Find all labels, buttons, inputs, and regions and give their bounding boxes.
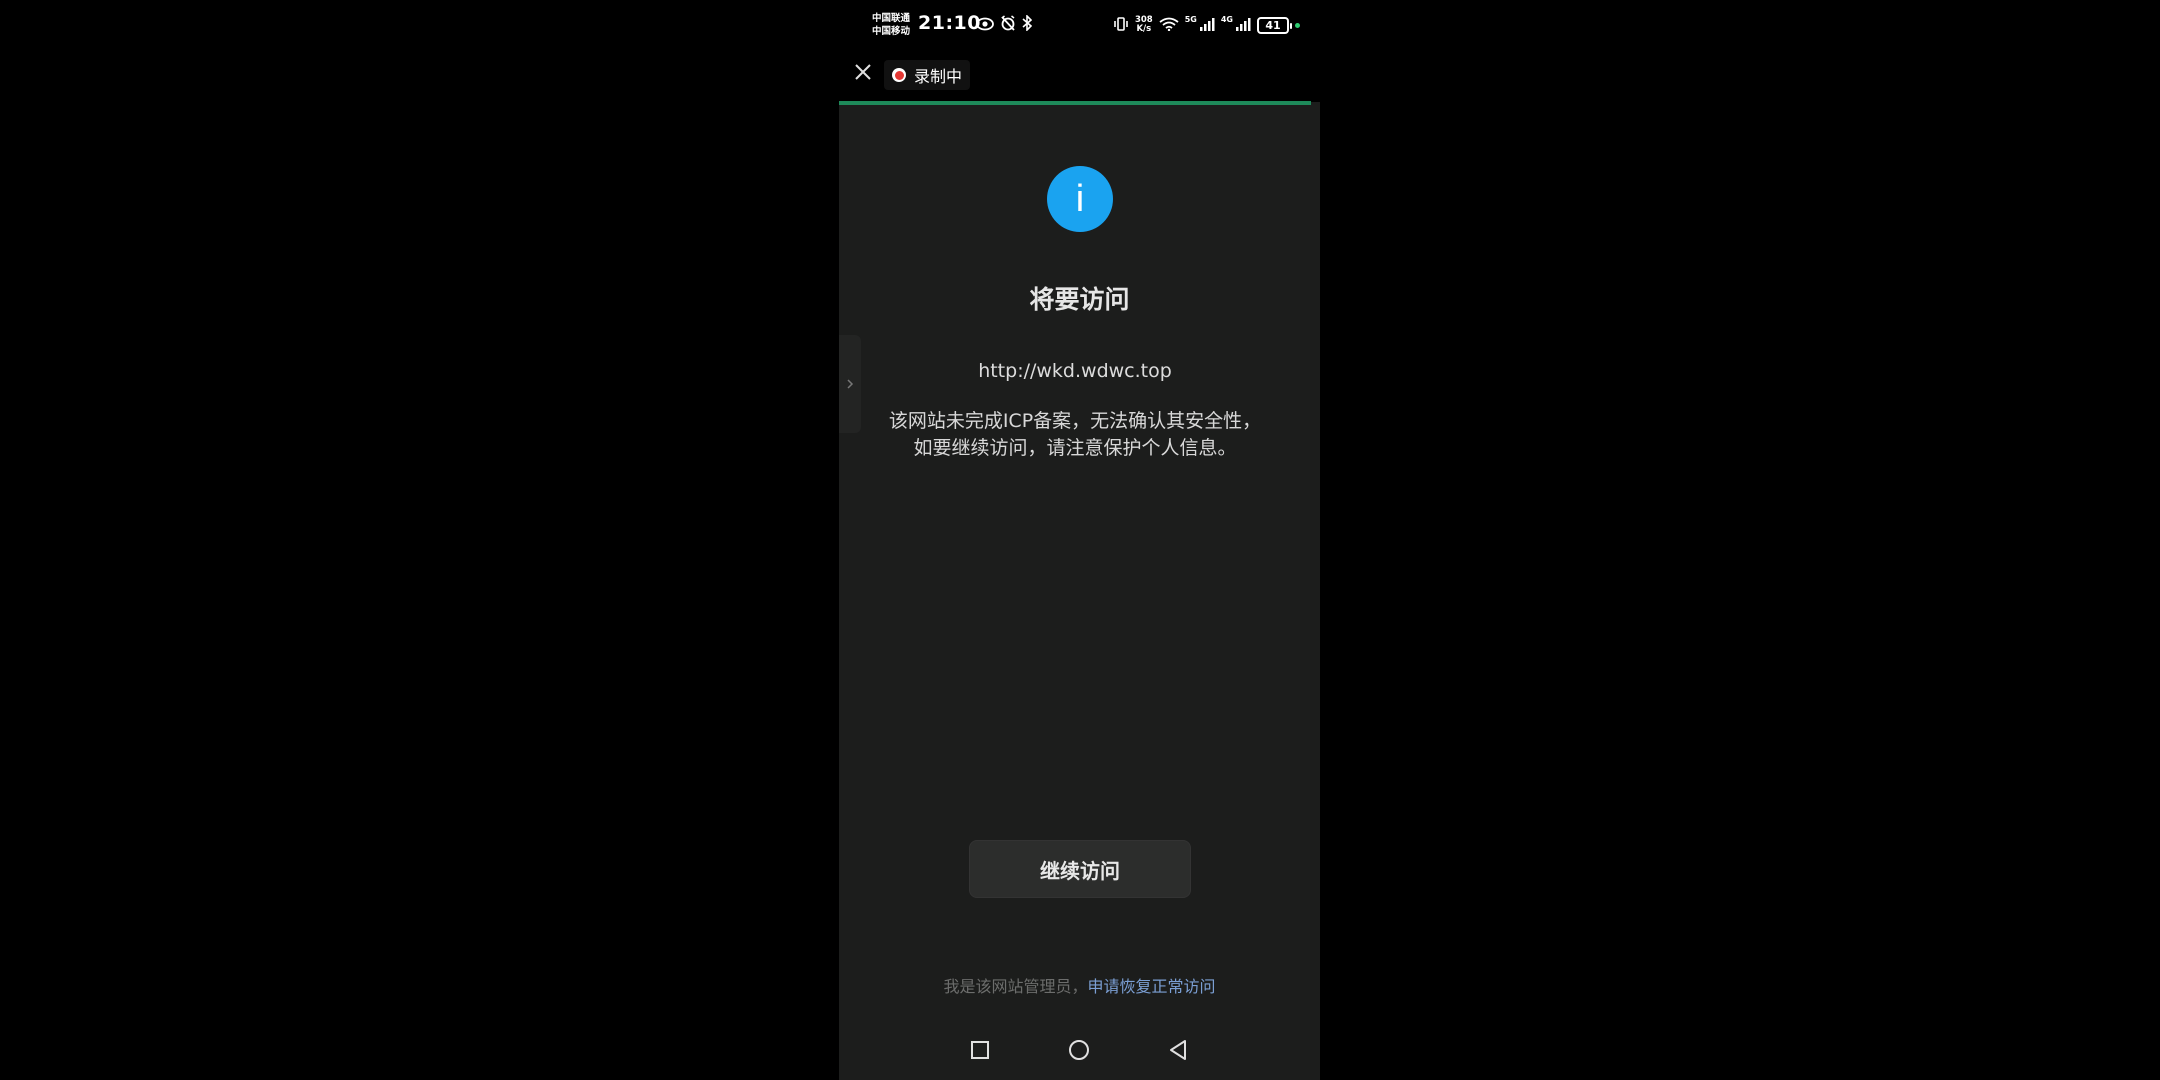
phone-screen: 中国联通 中国移动 21:10 308 K/s 5G 4G 41 录制中 i 将… bbox=[839, 0, 1320, 1080]
eye-icon bbox=[976, 16, 994, 35]
signal-2-label: 4G bbox=[1220, 15, 1233, 24]
system-nav-bar bbox=[839, 1030, 1320, 1080]
back-button[interactable] bbox=[1153, 1030, 1203, 1074]
net-speed-unit: K/s bbox=[1136, 24, 1152, 34]
battery-indicator: 41 bbox=[1257, 16, 1292, 34]
page-load-progress-bar bbox=[839, 101, 1311, 105]
page-title: 将要访问 bbox=[1029, 285, 1130, 314]
home-button[interactable] bbox=[1054, 1030, 1104, 1074]
status-icons-right: 308 K/s 5G 4G 41 bbox=[1113, 14, 1300, 36]
recording-label: 录制中 bbox=[914, 67, 963, 86]
carrier-names: 中国联通 中国移动 bbox=[872, 12, 910, 38]
target-url: http://wkd.wdwc.top bbox=[978, 360, 1172, 382]
square-icon bbox=[970, 1040, 990, 1064]
carrier-2: 中国移动 bbox=[872, 26, 911, 37]
carrier-1: 中国联通 bbox=[872, 13, 911, 24]
restore-access-link[interactable]: 申请恢复正常访问 bbox=[1088, 977, 1216, 996]
triangle-back-icon bbox=[1168, 1039, 1188, 1065]
status-icons-left bbox=[976, 14, 1033, 36]
admin-notice: 我是该网站管理员，申请恢复正常访问 bbox=[839, 973, 1320, 997]
circle-icon bbox=[1068, 1039, 1090, 1065]
wifi-icon bbox=[1159, 16, 1179, 35]
status-bar: 中国联通 中国移动 21:10 308 K/s 5G 4G 41 bbox=[839, 0, 1320, 50]
status-time: 21:10 bbox=[918, 12, 981, 34]
alarm-off-icon bbox=[1000, 15, 1016, 35]
bluetooth-icon bbox=[1022, 14, 1033, 35]
warning-message: 该网站未完成ICP备案，无法确认其安全性， 如要继续访问，请注意保护个人信息。 bbox=[859, 408, 1291, 462]
screen-stage: 中国联通 中国移动 21:10 308 K/s 5G 4G 41 录制中 i 将… bbox=[0, 0, 2160, 1080]
warning-line-2: 如要继续访问，请注意保护个人信息。 bbox=[913, 437, 1237, 459]
privacy-dot-icon bbox=[1295, 22, 1300, 28]
vibrate-icon bbox=[1113, 16, 1129, 35]
recording-indicator[interactable]: 录制中 bbox=[884, 60, 971, 90]
side-panel-handle[interactable] bbox=[839, 335, 861, 433]
net-speed: 308 K/s bbox=[1135, 16, 1153, 34]
signal-bars-icon bbox=[1235, 16, 1251, 35]
recent-apps-button[interactable] bbox=[955, 1030, 1005, 1074]
warning-line-1: 该网站未完成ICP备案，无法确认其安全性， bbox=[888, 410, 1262, 432]
admin-text: 我是该网站管理员， bbox=[943, 977, 1088, 996]
close-icon bbox=[854, 63, 872, 85]
signal-bars-icon bbox=[1199, 16, 1215, 35]
browser-topbar: 录制中 bbox=[839, 50, 1320, 102]
signal-1-label: 5G bbox=[1184, 15, 1197, 24]
info-icon: i bbox=[1047, 166, 1113, 232]
continue-visit-button[interactable]: 继续访问 bbox=[969, 840, 1191, 898]
record-icon bbox=[892, 68, 906, 82]
close-button[interactable] bbox=[849, 60, 877, 88]
